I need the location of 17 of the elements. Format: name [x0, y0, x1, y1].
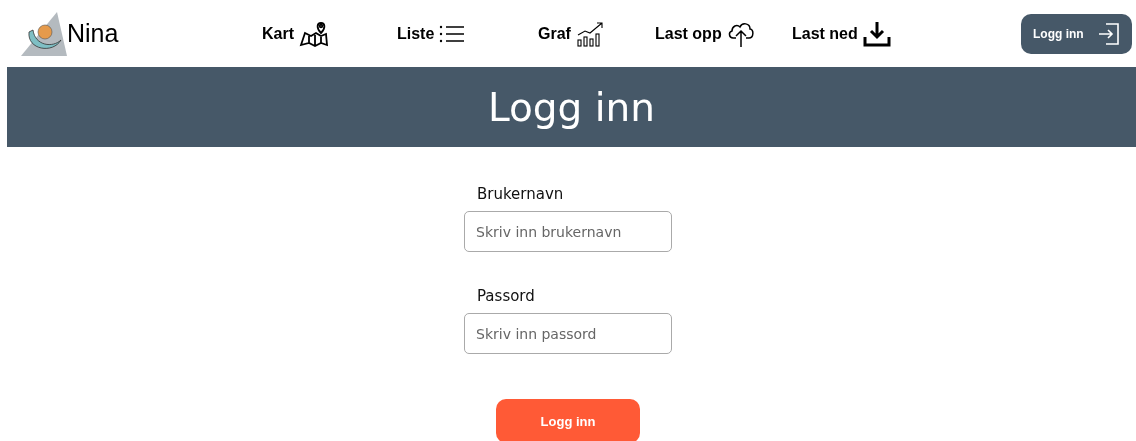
- bar-chart-icon: [575, 20, 604, 47]
- download-icon: [862, 20, 891, 47]
- input-field[interactable]: Skriv inn brukernavn: [464, 211, 672, 252]
- nav-link[interactable]: Graf: [538, 20, 655, 47]
- input-field[interactable]: Skriv inn passord: [464, 313, 672, 354]
- field-label: Brukernavn: [477, 185, 565, 203]
- nav-link[interactable]: Last ned: [792, 20, 891, 47]
- nav-link[interactable]: Kart: [262, 20, 397, 47]
- field-label: Passord: [477, 287, 536, 305]
- list-icon: [439, 23, 466, 44]
- sign-in-icon: [1098, 21, 1120, 46]
- nav-link[interactable]: Last opp: [655, 19, 792, 48]
- page-title: Logg inn: [487, 84, 656, 130]
- login-button[interactable]: Logg inn: [1021, 13, 1132, 54]
- map-icon: [299, 20, 329, 47]
- logo-text: Nina: [67, 19, 119, 48]
- nav-link[interactable]: Liste: [397, 23, 538, 44]
